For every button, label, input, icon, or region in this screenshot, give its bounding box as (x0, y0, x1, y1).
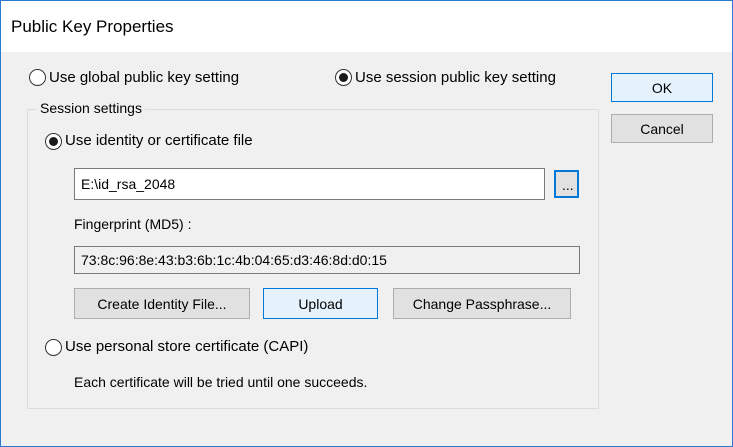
capi-label[interactable]: Use personal store certificate (CAPI) (65, 338, 308, 355)
global-key-label[interactable]: Use global public key setting (49, 69, 239, 86)
dialog-title: Public Key Properties (11, 17, 174, 36)
fingerprint-field[interactable] (74, 246, 580, 274)
identity-file-label[interactable]: Use identity or certificate file (65, 132, 253, 149)
identity-path-input[interactable] (74, 168, 545, 200)
identity-file-radio[interactable] (45, 133, 62, 150)
capi-radio[interactable] (45, 339, 62, 356)
title-bar: Public Key Properties (1, 1, 732, 52)
public-key-properties-dialog: Public Key Properties Use global public … (0, 0, 733, 447)
fingerprint-label: Fingerprint (MD5) : (74, 216, 192, 232)
capi-note: Each certificate will be tried until one… (74, 374, 368, 390)
change-passphrase-button[interactable]: Change Passphrase... (393, 288, 571, 319)
session-settings-legend: Session settings (37, 100, 145, 116)
ok-button[interactable]: OK (611, 73, 713, 102)
session-key-label[interactable]: Use session public key setting (355, 69, 556, 86)
cancel-button[interactable]: Cancel (611, 114, 713, 143)
global-key-radio[interactable] (29, 69, 46, 86)
browse-button[interactable]: ... (554, 170, 579, 198)
upload-button[interactable]: Upload (263, 288, 378, 319)
create-identity-button[interactable]: Create Identity File... (74, 288, 250, 319)
session-key-radio[interactable] (335, 69, 352, 86)
